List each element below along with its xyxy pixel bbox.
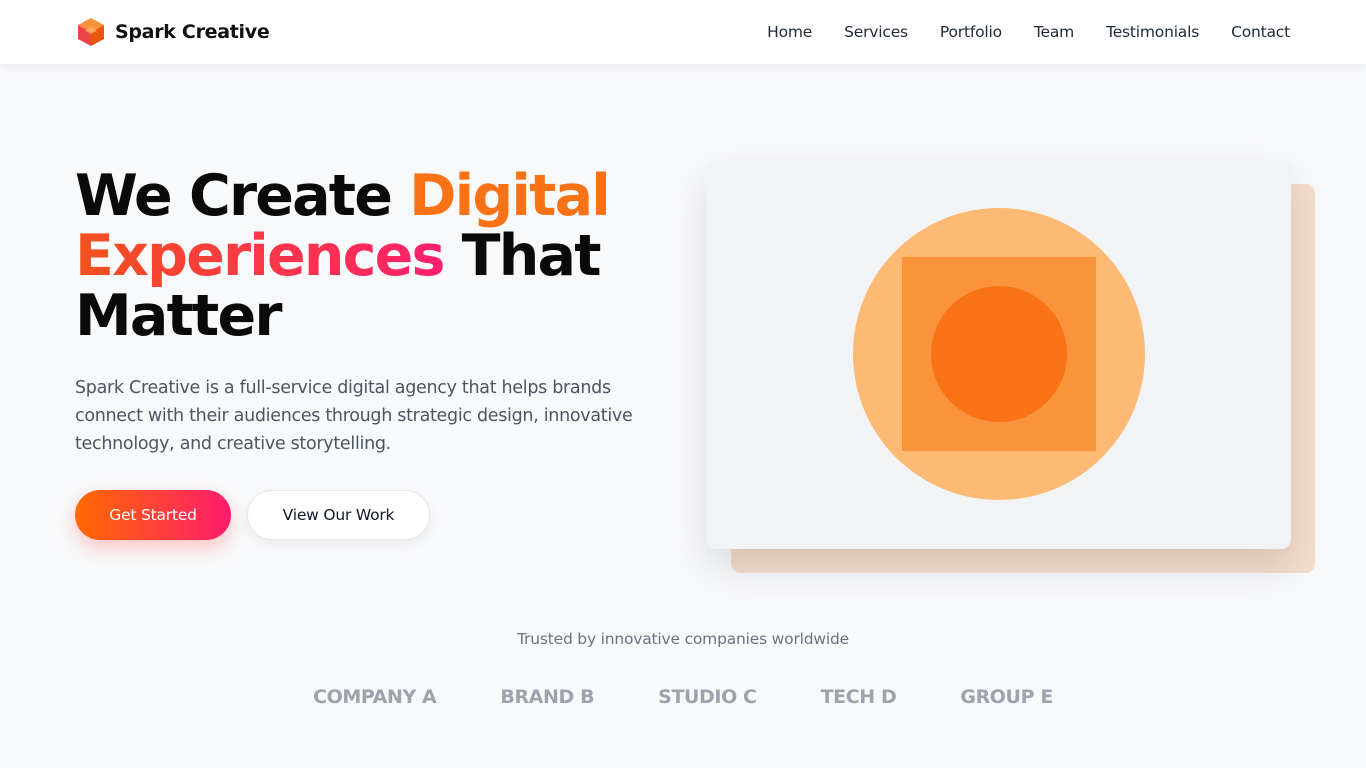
brand[interactable]: Spark Creative: [76, 16, 270, 48]
client-logo-company-a: COMPANY A: [313, 686, 437, 708]
hero-card: [707, 160, 1291, 549]
view-our-work-button[interactable]: View Our Work: [247, 490, 430, 540]
client-logo-group-e: GROUP E: [960, 686, 1053, 708]
hero-description: Spark Creative is a full-service digital…: [75, 378, 633, 454]
main-nav: Home Services Portfolio Team Testimonial…: [767, 0, 1290, 64]
hero-title: We Create Digital Experiences That Matter: [75, 166, 675, 346]
inner-circle: [931, 286, 1067, 422]
hero-title-highlight-experiences: Experiences: [75, 223, 445, 289]
client-logo-brand-b: BRAND B: [500, 686, 595, 708]
client-logo-studio-c: STUDIO C: [658, 686, 757, 708]
abstract-shapes-illustration: [853, 208, 1145, 500]
nav-link-team[interactable]: Team: [1034, 23, 1074, 41]
nav-link-testimonials[interactable]: Testimonials: [1106, 23, 1199, 41]
brand-name: Spark Creative: [115, 21, 270, 43]
nav-link-portfolio[interactable]: Portfolio: [940, 23, 1002, 41]
nav-link-contact[interactable]: Contact: [1231, 23, 1290, 41]
get-started-button[interactable]: Get Started: [75, 490, 231, 540]
cube-icon: [76, 16, 106, 48]
nav-link-home[interactable]: Home: [767, 23, 812, 41]
client-logos: COMPANY A BRAND B STUDIO C TECH D GROUP …: [0, 686, 1366, 708]
nav-link-services[interactable]: Services: [844, 23, 908, 41]
client-logo-tech-d: TECH D: [820, 686, 897, 708]
hero-title-highlight-digital: Digital: [409, 163, 611, 229]
trusted-by-label: Trusted by innovative companies worldwid…: [517, 630, 849, 648]
top-navbar: Spark Creative Home Services Portfolio T…: [0, 0, 1366, 64]
hero-title-part1: We Create: [75, 163, 410, 229]
